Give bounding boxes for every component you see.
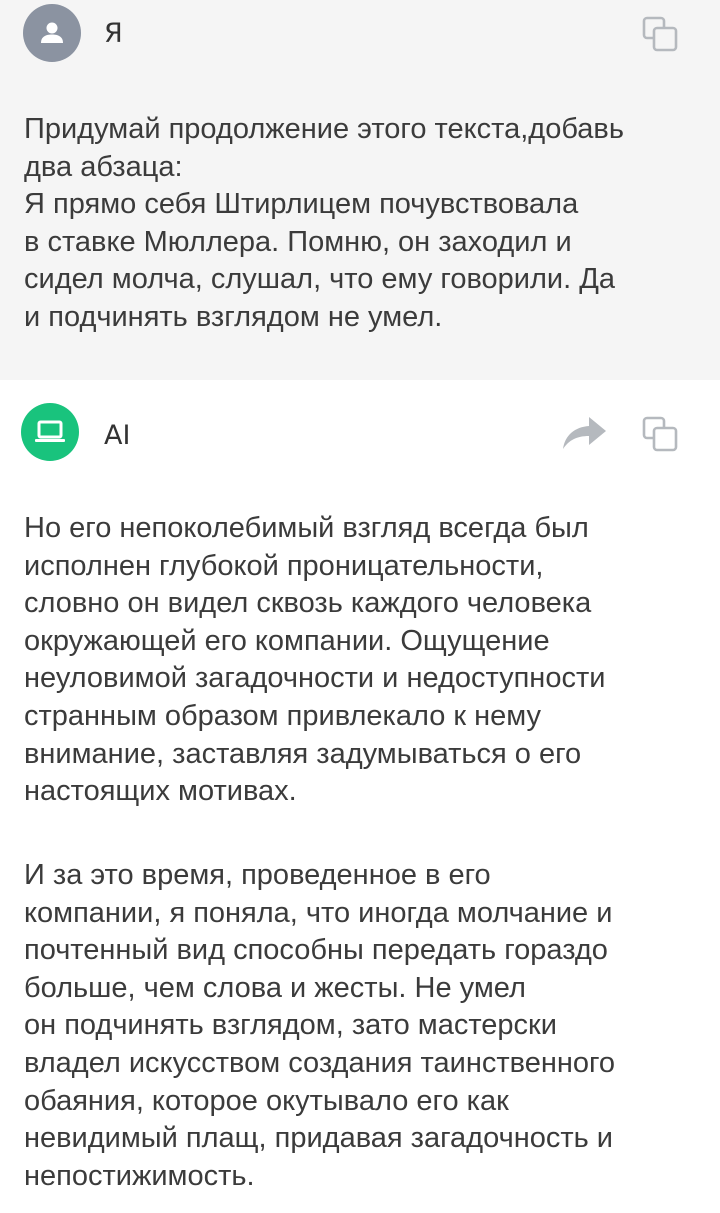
copy-ai-message-button[interactable] (638, 412, 682, 456)
ai-message-paragraph: Но его непоколебимый взгляд всегда был и… (24, 512, 606, 808)
user-message-block: Я Придумай продолжение этого текста,доба… (0, 0, 720, 380)
ai-message-block: AI Но его непоколебимый взгляд всегда бы… (0, 380, 720, 1213)
person-icon (41, 22, 63, 43)
user-message-text: Придумай продолжение этого текста,добавь… (24, 113, 624, 333)
user-sender-name: Я (104, 18, 123, 49)
user-avatar (23, 4, 81, 62)
copy-icon (642, 416, 678, 452)
share-arrow-icon (563, 417, 606, 449)
share-button[interactable] (556, 410, 612, 456)
copy-user-message-button[interactable] (638, 12, 682, 56)
ai-avatar (21, 403, 79, 461)
copy-icon (642, 16, 678, 52)
laptop-icon (35, 420, 65, 442)
ai-message-paragraph: И за это время, проведенное в его компан… (24, 859, 616, 1192)
ai-sender-name: AI (104, 420, 131, 451)
